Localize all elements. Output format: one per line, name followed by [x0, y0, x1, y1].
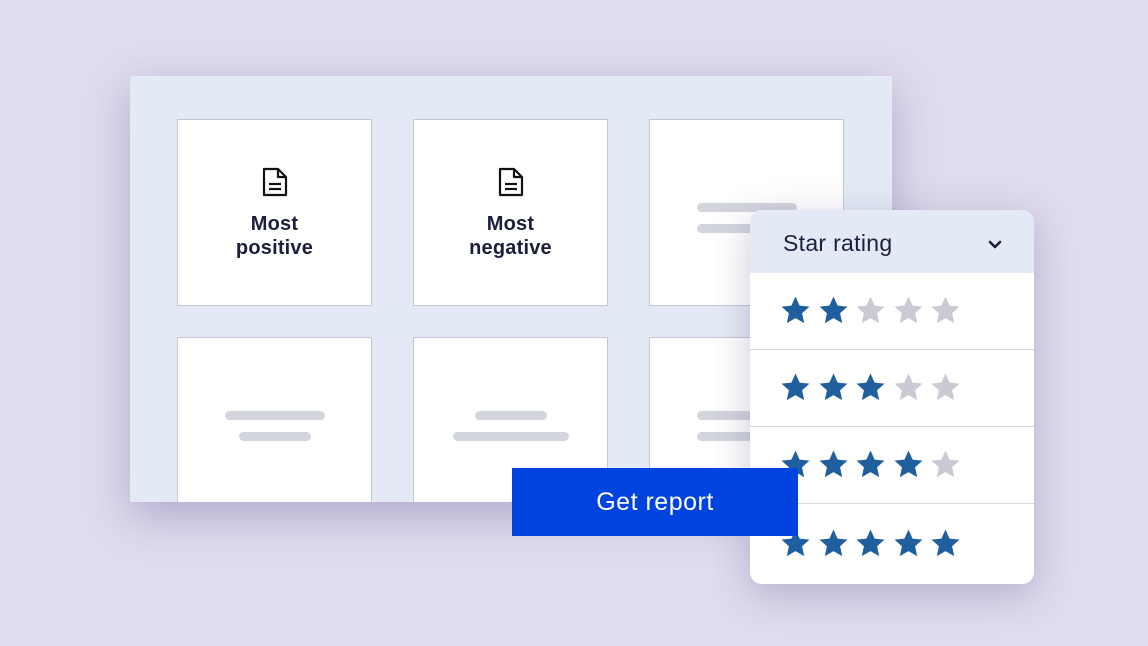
- card-title: Most negative: [469, 213, 552, 259]
- placeholder-line: [453, 432, 569, 441]
- card-most-negative[interactable]: Most negative: [413, 119, 608, 306]
- star-empty-icon: [931, 450, 960, 478]
- chevron-down-icon[interactable]: [986, 236, 1004, 254]
- star-filled-icon: [856, 373, 885, 401]
- star-filled-icon: [819, 529, 847, 557]
- rating-option-2[interactable]: [750, 273, 1034, 350]
- star-filled-icon: [856, 529, 885, 557]
- card-placeholder[interactable]: [177, 337, 372, 502]
- star-filled-icon: [819, 450, 847, 478]
- star-empty-icon: [931, 373, 960, 401]
- rating-option-3[interactable]: [750, 350, 1034, 427]
- star-filled-icon: [819, 373, 847, 401]
- star-empty-icon: [931, 296, 960, 324]
- star-empty-icon: [894, 296, 922, 324]
- document-icon: [498, 167, 523, 197]
- placeholder-line: [225, 411, 325, 420]
- card-title: Most positive: [235, 213, 314, 259]
- star-filled-icon: [856, 450, 885, 478]
- placeholder-line: [239, 432, 311, 441]
- placeholder-line: [475, 411, 547, 420]
- get-report-button[interactable]: Get report: [512, 468, 798, 536]
- stage: Most positive Most negative Star rating …: [0, 0, 1148, 646]
- star-empty-icon: [856, 296, 885, 324]
- dropdown-title: Star rating: [783, 230, 893, 256]
- document-icon: [262, 167, 287, 197]
- dropdown-header[interactable]: Star rating: [750, 210, 1034, 273]
- star-filled-icon: [781, 373, 810, 401]
- star-empty-icon: [894, 373, 922, 401]
- star-filled-icon: [781, 296, 810, 324]
- star-filled-icon: [931, 529, 960, 557]
- star-filled-icon: [894, 450, 922, 478]
- card-most-positive[interactable]: Most positive: [177, 119, 372, 306]
- star-filled-icon: [894, 529, 922, 557]
- star-filled-icon: [819, 296, 847, 324]
